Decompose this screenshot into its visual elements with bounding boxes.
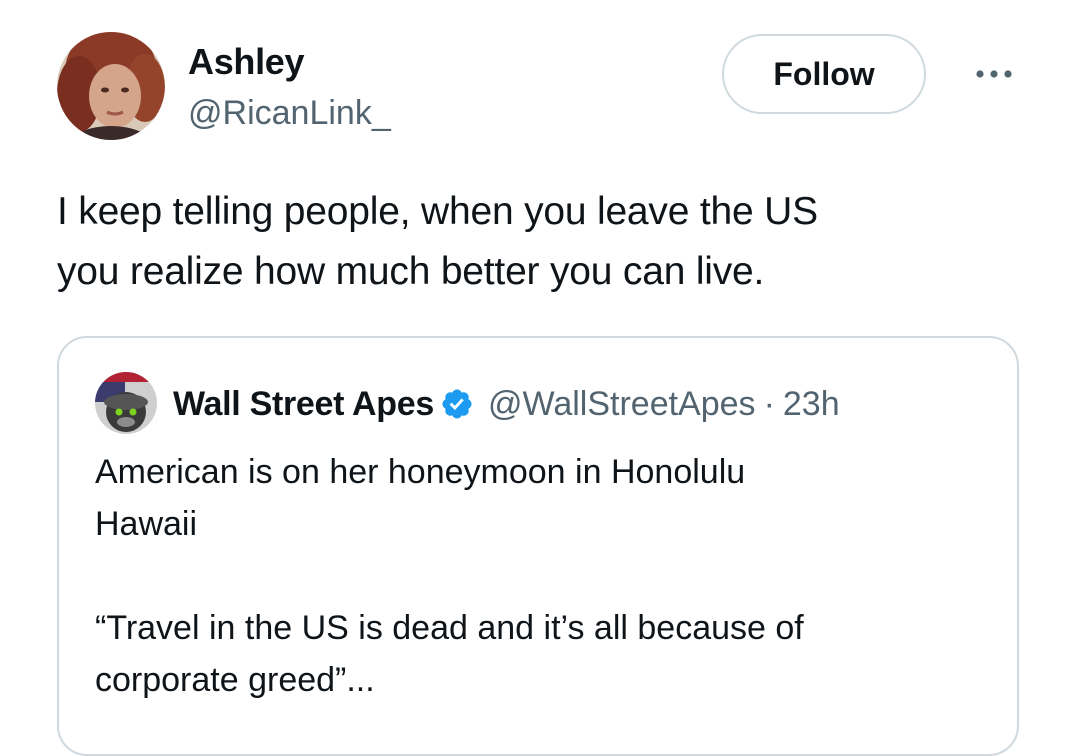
quoted-tweet-text: American is on her honeymoon in Honolulu… (95, 453, 804, 699)
quoted-author-avatar[interactable] (95, 372, 157, 434)
tweet-text: I keep telling people, when you leave th… (57, 190, 818, 293)
header-separator: · (763, 385, 775, 423)
quoted-author-handle[interactable]: @WallStreetApes (488, 382, 756, 426)
verified-badge-icon (442, 389, 472, 419)
quoted-author-name[interactable]: Wall Street Apes (173, 382, 434, 426)
author-avatar[interactable] (57, 32, 165, 140)
quoted-tweet-header: Wall Street Apes @WallStreetApes · 23h (173, 382, 840, 426)
quoted-tweet-card[interactable]: Wall Street Apes @WallStreetApes · 23h A… (57, 336, 1019, 756)
author-handle[interactable]: @RicanLink_ (188, 92, 391, 134)
follow-button[interactable]: Follow (722, 34, 926, 114)
quoted-tweet-timestamp[interactable]: 23h (783, 382, 840, 426)
more-options-icon[interactable] (972, 62, 1016, 86)
author-name[interactable]: Ashley (188, 40, 305, 84)
